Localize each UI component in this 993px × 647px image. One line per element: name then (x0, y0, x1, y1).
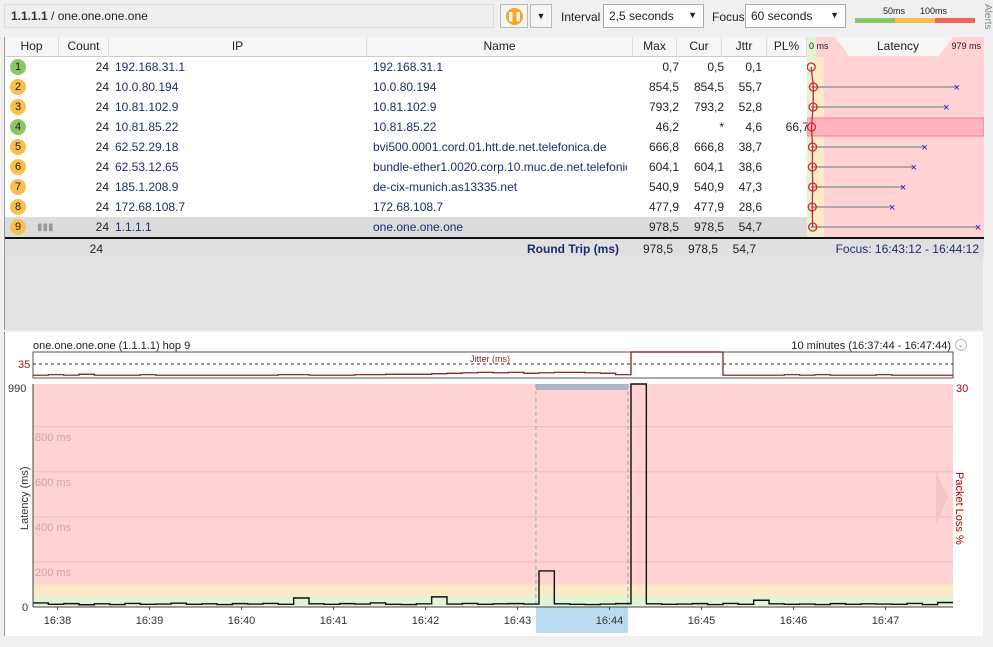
y2-axis-title: Packet Loss % (953, 472, 965, 545)
col-name[interactable]: Name (367, 37, 633, 57)
col-hop[interactable]: Hop (5, 37, 59, 57)
col-max[interactable]: Max (633, 37, 677, 57)
grid-label: 600 ms (35, 477, 72, 489)
x-tick-label: 16:47 (872, 615, 900, 627)
x-tick-label: 16:46 (780, 615, 808, 627)
latency-timeline-chart: 35 Jitter (ms) 800 ms 600 ms 400 ms 200 ms 990… (8, 351, 968, 633)
col-pl[interactable]: PL% (767, 37, 807, 57)
latency-title: Latency (877, 39, 920, 53)
x-tick-label: 16:41 (320, 615, 348, 627)
grid-label: 800 ms (35, 432, 72, 444)
col-count[interactable]: Count (59, 37, 109, 57)
col-latency[interactable]: 0 ms Latency 979 ms (807, 37, 984, 57)
latency-max: 979 ms (951, 41, 981, 51)
x-tick-label: 16:43 (504, 615, 532, 627)
grid-label: 200 ms (35, 567, 72, 579)
col-ip[interactable]: IP (109, 37, 367, 57)
x-tick-label: 16:38 (44, 615, 72, 627)
y-max-label: 990 (8, 383, 26, 395)
x-tick-label: 16:39 (136, 615, 164, 627)
focus-marker[interactable] (535, 384, 628, 390)
grid-label: 400 ms (35, 522, 72, 534)
jitter-tick: 35 (18, 359, 30, 371)
col-cur[interactable]: Cur (677, 37, 722, 57)
x-tick-label: 16:40 (228, 615, 256, 627)
good-band (33, 595, 953, 607)
y-axis-title: Latency (ms) (19, 466, 31, 530)
y-zero-label: 0 (22, 602, 28, 614)
x-tick-label: 16:44 (596, 615, 624, 627)
bad-band (33, 384, 953, 607)
x-tick-label: 16:45 (688, 615, 716, 627)
col-jttr[interactable]: Jttr (722, 37, 767, 57)
x-tick-label: 16:42 (412, 615, 440, 627)
y2-max-label: 30 (956, 383, 968, 395)
latency-min: 0 ms (809, 41, 829, 51)
jitter-label: Jitter (ms) (470, 354, 510, 364)
